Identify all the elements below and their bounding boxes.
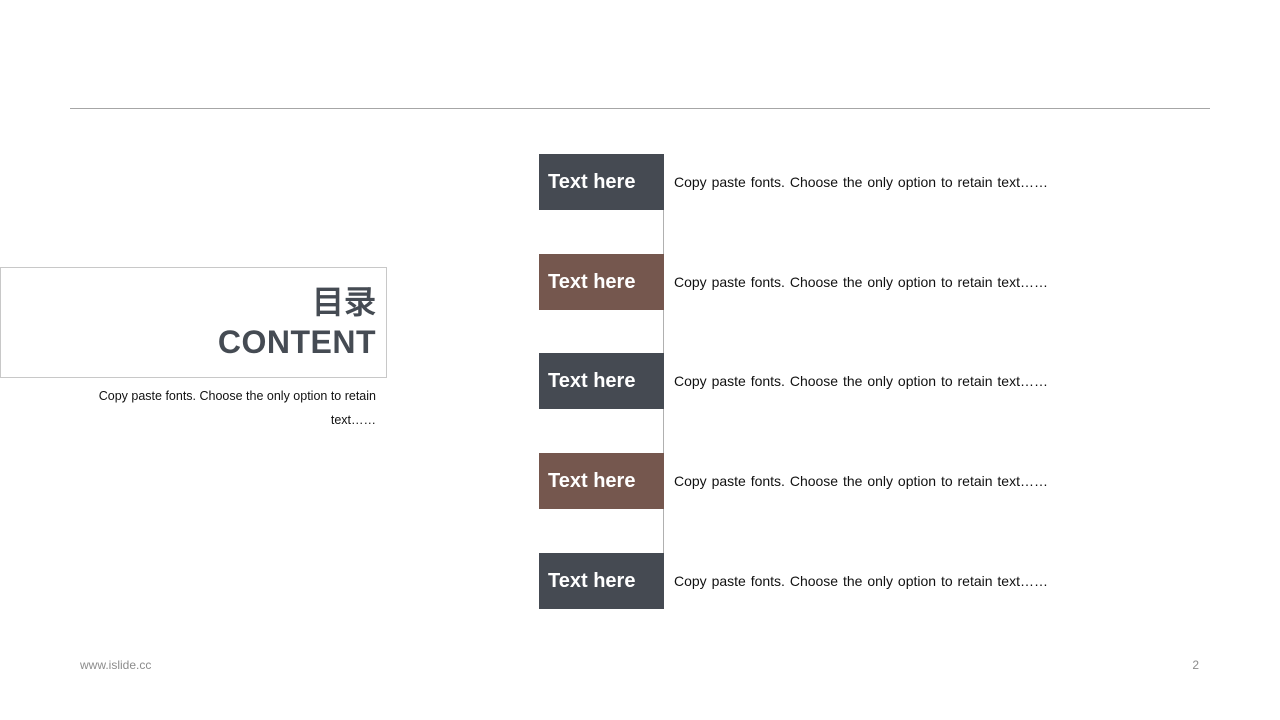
item-label-box: Text here xyxy=(539,154,664,210)
item-description: Copy paste fonts. Choose the only option… xyxy=(674,473,1048,489)
list-item: Text here Copy paste fonts. Choose the o… xyxy=(539,453,1099,509)
item-label-box: Text here xyxy=(539,453,664,509)
page-number: 2 xyxy=(1192,658,1199,672)
item-description: Copy paste fonts. Choose the only option… xyxy=(674,373,1048,389)
footer-website: www.islide.cc xyxy=(80,658,152,672)
list-item: Text here Copy paste fonts. Choose the o… xyxy=(539,353,1099,409)
header-divider xyxy=(70,108,1210,109)
item-label-box: Text here xyxy=(539,353,664,409)
title-description: Copy paste fonts. Choose the only option… xyxy=(98,389,376,427)
item-label-box: Text here xyxy=(539,553,664,609)
item-description: Copy paste fonts. Choose the only option… xyxy=(674,573,1048,589)
item-label-box: Text here xyxy=(539,254,664,310)
list-item: Text here Copy paste fonts. Choose the o… xyxy=(539,254,1099,310)
title-english: CONTENT xyxy=(217,324,376,360)
item-description: Copy paste fonts. Choose the only option… xyxy=(674,174,1048,190)
title-box: 目录 CONTENT xyxy=(0,267,387,378)
title-chinese: 目录 xyxy=(311,283,376,321)
list-item: Text here Copy paste fonts. Choose the o… xyxy=(539,154,1099,210)
list-item: Text here Copy paste fonts. Choose the o… xyxy=(539,553,1099,609)
item-description: Copy paste fonts. Choose the only option… xyxy=(674,274,1048,290)
